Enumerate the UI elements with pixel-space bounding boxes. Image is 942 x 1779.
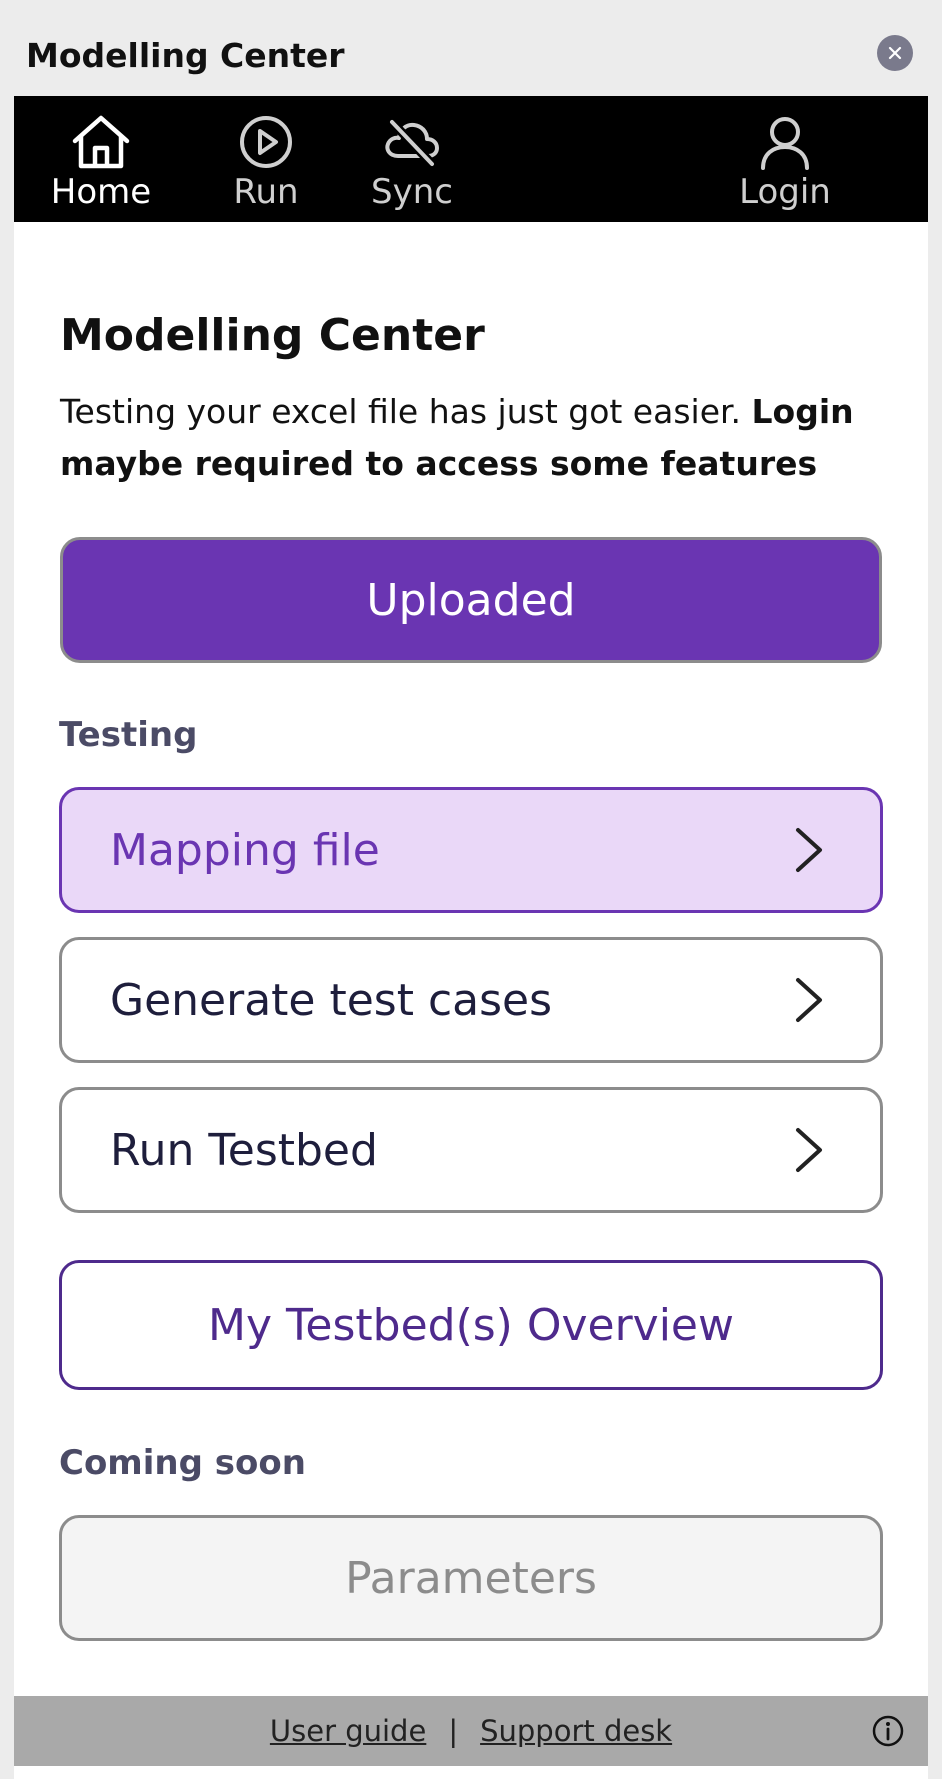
- nav-home[interactable]: Home: [46, 96, 156, 222]
- nav-login-label: Login: [739, 172, 831, 212]
- cloud-off-icon: [385, 118, 439, 168]
- user-guide-link[interactable]: User guide: [270, 1714, 426, 1748]
- task-pane: Home Run Sync Login Modelling Center Tes…: [14, 96, 928, 1779]
- nav-login[interactable]: Login: [730, 96, 840, 222]
- play-circle-icon: [240, 116, 292, 168]
- nav-sync-label: Sync: [371, 172, 453, 212]
- info-icon[interactable]: [871, 1714, 905, 1748]
- support-desk-link[interactable]: Support desk: [480, 1714, 672, 1748]
- top-navbar: Home Run Sync Login: [14, 96, 928, 222]
- window-title: Modelling Center: [26, 36, 345, 75]
- user-icon: [761, 117, 809, 170]
- footer-bar: User guide | Support desk: [14, 1696, 928, 1766]
- parameters-button: Parameters: [59, 1515, 883, 1641]
- mapping-file-button[interactable]: Mapping file: [59, 787, 883, 913]
- home-icon: [72, 115, 130, 169]
- window-titlebar: Modelling Center: [0, 0, 942, 96]
- intro-regular: Testing your excel file has just got eas…: [60, 392, 752, 431]
- page-title: Modelling Center: [60, 310, 485, 361]
- nav-home-label: Home: [50, 172, 152, 212]
- uploaded-button[interactable]: Uploaded: [60, 537, 882, 663]
- chevron-right-icon: [796, 828, 822, 872]
- generate-test-cases-button[interactable]: Generate test cases: [59, 937, 883, 1063]
- close-icon: [888, 46, 902, 60]
- close-button[interactable]: [877, 35, 913, 71]
- chevron-right-icon: [796, 978, 822, 1022]
- run-testbed-button[interactable]: Run Testbed: [59, 1087, 883, 1213]
- intro-text: Testing your excel file has just got eas…: [60, 386, 890, 490]
- footer-separator: |: [448, 1714, 459, 1748]
- testbed-overview-button[interactable]: My Testbed(s) Overview: [59, 1260, 883, 1390]
- run-testbed-label: Run Testbed: [110, 1124, 378, 1176]
- nav-sync[interactable]: Sync: [352, 96, 472, 222]
- generate-test-cases-label: Generate test cases: [110, 974, 553, 1026]
- nav-run[interactable]: Run: [214, 96, 318, 222]
- coming-soon-section-label: Coming soon: [59, 1443, 306, 1483]
- nav-run-label: Run: [233, 172, 299, 212]
- mapping-file-label: Mapping file: [110, 824, 380, 876]
- testing-section-label: Testing: [59, 715, 198, 755]
- chevron-right-icon: [796, 1128, 822, 1172]
